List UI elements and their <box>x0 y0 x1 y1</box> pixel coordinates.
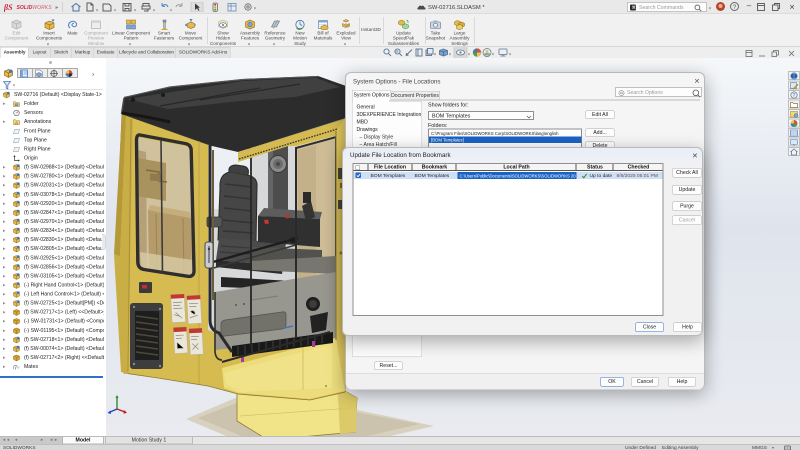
svg-text:▾: ▾ <box>509 52 511 57</box>
svg-text:▾: ▾ <box>114 8 116 13</box>
svg-text:▾: ▾ <box>492 52 494 57</box>
svg-text:▾: ▾ <box>170 8 172 13</box>
svg-text:▾: ▾ <box>449 52 451 57</box>
svg-text:▾: ▾ <box>134 8 136 13</box>
svg-text:SOLIDWORKS: SOLIDWORKS <box>17 5 53 11</box>
svg-text:▾: ▾ <box>468 52 470 57</box>
svg-text:▾: ▾ <box>153 8 155 13</box>
svg-text:▾: ▾ <box>254 6 256 11</box>
svg-text:βS: βS <box>4 3 13 12</box>
svg-text:▾: ▾ <box>96 8 98 13</box>
svg-text:▾: ▾ <box>434 52 436 57</box>
svg-text:A: A <box>15 120 18 125</box>
